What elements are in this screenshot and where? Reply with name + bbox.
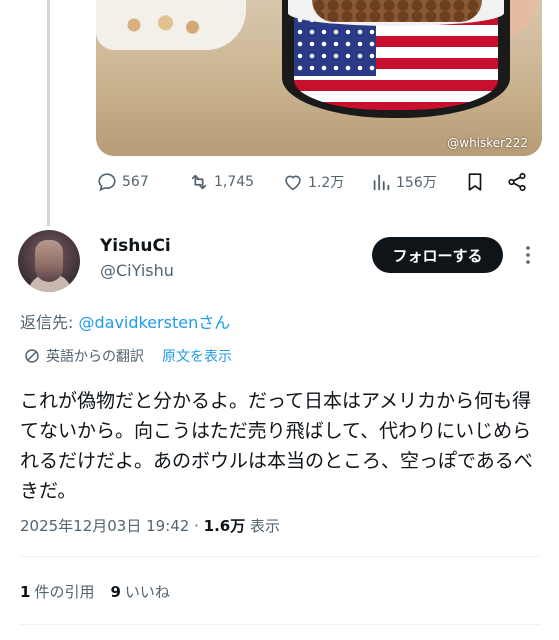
image-watermark: @whisker222 xyxy=(447,136,528,150)
repost-button[interactable]: 1,745 xyxy=(188,171,254,193)
more-options-icon[interactable] xyxy=(521,244,535,266)
view-count: 156万 xyxy=(396,175,437,191)
share-icon xyxy=(508,172,526,192)
likes-stat[interactable]: 9 いいね xyxy=(110,581,169,602)
quotes-stat[interactable]: 1 件の引用 xyxy=(20,581,94,602)
like-button[interactable]: 1.2万 xyxy=(282,171,344,193)
reply-icon xyxy=(98,173,116,192)
views-chart-icon xyxy=(373,174,390,191)
views-button[interactable]: 156万 xyxy=(370,171,437,193)
reply-to-prefix: 返信先: xyxy=(20,313,79,332)
repost-count: 1,745 xyxy=(214,174,255,190)
post-view-count: 1.6万 xyxy=(203,517,246,535)
post-media-image[interactable]: @whisker222 xyxy=(96,0,542,156)
share-button[interactable] xyxy=(506,171,528,193)
author-display-name[interactable]: YishuCi xyxy=(100,236,171,256)
divider xyxy=(20,556,540,557)
post-text: これが偽物だと分かるよ。だって日本はアメリカから何も得てないから。向こうはただ売… xyxy=(20,390,533,502)
reply-to-line: 返信先: @davidkerstenさん xyxy=(20,309,230,333)
author-handle[interactable]: @CiYishu xyxy=(100,261,174,280)
repost-icon xyxy=(191,174,207,190)
flag-bowl-graphic xyxy=(282,0,510,118)
reply-count: 567 xyxy=(122,174,149,190)
follow-button[interactable]: フォローする xyxy=(372,237,503,273)
heart-icon xyxy=(285,175,301,191)
translation-row: 英語からの翻訳 原文を表示 xyxy=(24,346,232,366)
reply-button[interactable]: 567 xyxy=(96,171,149,193)
avatar[interactable] xyxy=(18,230,80,292)
show-original-link[interactable]: 原文を表示 xyxy=(162,346,232,366)
post-timestamp[interactable]: 2025年12月03日 19:42 · xyxy=(20,517,204,535)
post-meta: 2025年12月03日 19:42 · 1.6万 表示 xyxy=(20,515,280,536)
post-action-bar: 567 1,745 1.2万 156万 xyxy=(96,171,542,199)
thread-connector-line xyxy=(47,0,50,226)
divider xyxy=(20,624,540,625)
post-view-suffix: 表示 xyxy=(245,517,281,535)
bookmark-icon xyxy=(468,173,482,191)
bookmark-button[interactable] xyxy=(464,171,486,193)
translate-icon xyxy=(25,349,39,363)
translated-from-label: 英語からの翻訳 xyxy=(46,349,144,365)
like-count: 1.2万 xyxy=(308,175,345,191)
reply-to-mention[interactable]: @davidkerstenさん xyxy=(78,313,230,332)
post-stats: 1 件の引用 9 いいね xyxy=(20,581,170,602)
